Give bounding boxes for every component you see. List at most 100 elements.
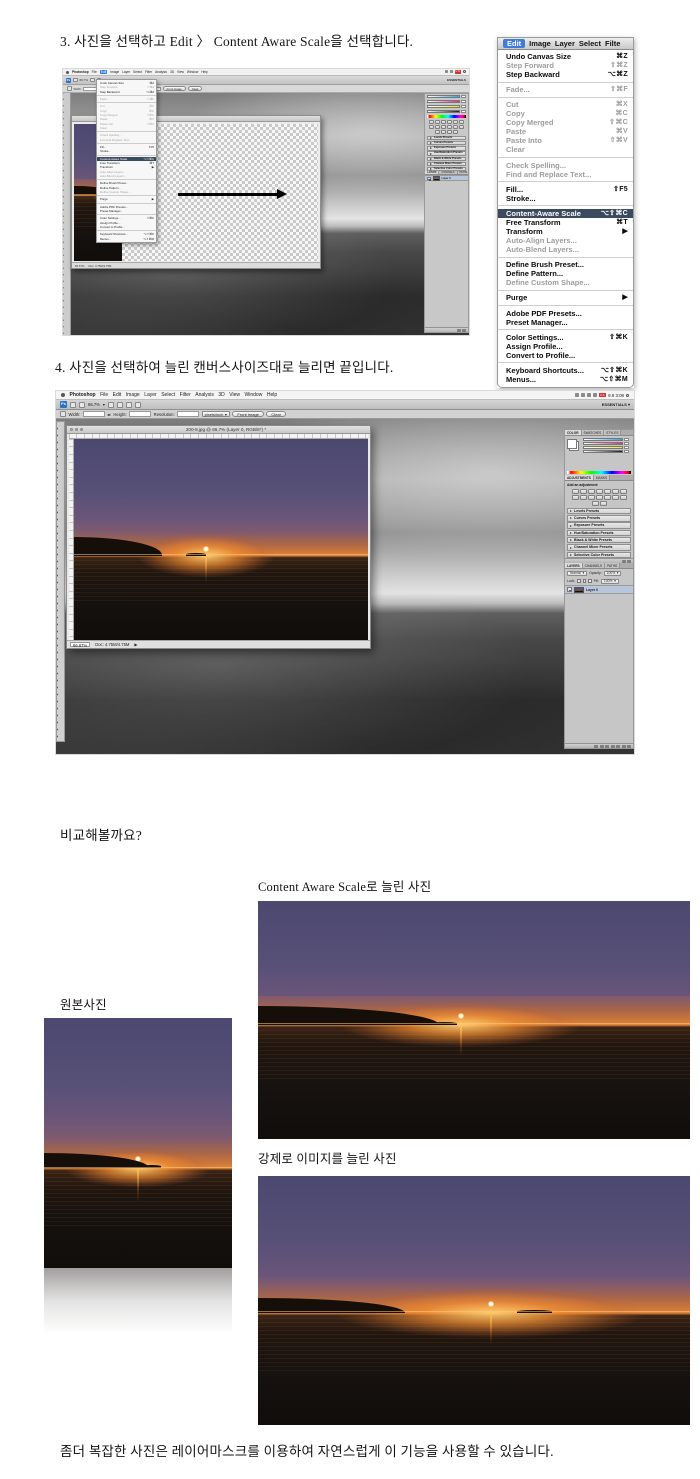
adjustment-icon[interactable] bbox=[459, 120, 464, 124]
menubar-item[interactable]: Image bbox=[126, 392, 140, 398]
menu-bar-item[interactable]: Edit bbox=[503, 39, 525, 48]
menubar-item[interactable]: Filter bbox=[145, 70, 152, 74]
photo-filter-icon[interactable] bbox=[580, 495, 587, 500]
preset-item[interactable]: Exposure Presets bbox=[427, 146, 466, 150]
menubar-item[interactable]: Layer bbox=[122, 70, 130, 74]
arrange-documents-icon[interactable] bbox=[126, 402, 132, 408]
workspace-switcher[interactable]: ESSENTIALS bbox=[447, 78, 466, 82]
menu-item[interactable]: Undo Canvas Size⌘Z bbox=[498, 52, 633, 61]
menubar-item[interactable]: Help bbox=[201, 70, 208, 74]
menu-item[interactable] bbox=[498, 362, 633, 363]
menu-item[interactable]: Check Spelling... bbox=[498, 161, 633, 170]
menu-bar-item[interactable]: Layer bbox=[555, 39, 575, 48]
menubar-item[interactable]: Select bbox=[161, 392, 175, 398]
panel-tab[interactable]: STYLES bbox=[604, 430, 621, 435]
status-zoom[interactable]: 66.67% bbox=[75, 264, 85, 268]
menu-item[interactable]: Find and Replace Text... bbox=[97, 138, 156, 142]
menu-item[interactable]: Define Custom Shape... bbox=[498, 278, 633, 287]
panel-tab[interactable]: LAYERS bbox=[565, 563, 583, 568]
menu-item[interactable] bbox=[498, 257, 633, 258]
opacity-select[interactable]: 100%▾ bbox=[604, 571, 622, 576]
preset-item[interactable]: Curves Presets bbox=[427, 141, 466, 145]
adjustment-icon[interactable] bbox=[453, 125, 458, 129]
preset-item[interactable]: Hue/Saturation Presets bbox=[567, 530, 631, 537]
invert-icon[interactable] bbox=[596, 495, 603, 500]
adjustment-icon[interactable] bbox=[435, 125, 440, 129]
lock-transparency-icon[interactable] bbox=[577, 579, 581, 583]
height-input[interactable] bbox=[129, 411, 151, 417]
menu-item[interactable] bbox=[97, 143, 156, 144]
menu-item[interactable]: Purge▶ bbox=[498, 293, 633, 302]
menu-item[interactable]: Cut⌘X bbox=[498, 100, 633, 109]
menu-item[interactable]: Menus...⌥⇧⌘M bbox=[97, 237, 156, 241]
adjustment-icon[interactable] bbox=[453, 120, 458, 124]
yellow-slider[interactable] bbox=[427, 105, 466, 108]
panel-tab[interactable]: COLOR bbox=[565, 430, 582, 435]
menu-item[interactable]: Content-Aware Scale⌥⇧⌘C bbox=[498, 209, 633, 218]
bluetooth-icon[interactable] bbox=[581, 393, 585, 397]
menu-item[interactable]: Fill...⇧F5 bbox=[498, 185, 633, 194]
menu-item[interactable]: Fade...⇧⌘F bbox=[498, 85, 633, 94]
menu-item[interactable]: Transform▶ bbox=[498, 227, 633, 236]
vibrance2-icon[interactable] bbox=[600, 501, 607, 506]
menubar-item[interactable]: Filter bbox=[180, 392, 191, 398]
menu-item[interactable]: Define Brush Preset... bbox=[498, 260, 633, 269]
add-mask-icon[interactable] bbox=[605, 745, 609, 748]
input-language-flag-icon[interactable]: U.S. bbox=[455, 70, 461, 73]
view-extras-icon[interactable] bbox=[73, 78, 78, 83]
menubar-clock[interactable]: 9.9 3:08 bbox=[608, 393, 624, 398]
spotlight-icon[interactable] bbox=[626, 394, 629, 397]
menubar-item[interactable]: Window bbox=[187, 70, 198, 74]
menu-item[interactable] bbox=[97, 95, 156, 96]
menu-item[interactable]: Stroke... bbox=[498, 194, 633, 203]
panel-tab[interactable]: CHANNELS bbox=[583, 563, 605, 568]
adjustment-icon[interactable] bbox=[459, 125, 464, 129]
menu-item[interactable] bbox=[97, 230, 156, 231]
new-layer-icon[interactable] bbox=[457, 329, 461, 332]
layer-style-icon[interactable] bbox=[600, 745, 604, 748]
link-layers-icon[interactable] bbox=[594, 745, 598, 748]
menu-item[interactable] bbox=[97, 203, 156, 204]
magenta-slider[interactable] bbox=[427, 100, 466, 103]
status-zoom[interactable]: 66.67% bbox=[70, 642, 90, 648]
lock-position-icon[interactable] bbox=[583, 579, 587, 583]
preset-item[interactable]: Levels Presets bbox=[567, 508, 631, 515]
menu-item[interactable]: Auto-Blend Layers... bbox=[97, 174, 156, 178]
adjustment-icon[interactable] bbox=[447, 130, 452, 134]
channel-mixer-icon[interactable] bbox=[588, 495, 595, 500]
zoom-window-icon[interactable] bbox=[80, 428, 83, 431]
menu-item[interactable]: Assign Profile... bbox=[498, 342, 633, 351]
apple-logo-icon[interactable] bbox=[61, 393, 65, 397]
rotate-view-icon[interactable] bbox=[117, 402, 123, 408]
preset-item[interactable]: Black & White Presets bbox=[567, 537, 631, 544]
swap-dimensions-icon[interactable]: ⇄ bbox=[107, 412, 111, 417]
menu-item[interactable] bbox=[498, 305, 633, 306]
menu-item[interactable]: Preset Manager... bbox=[97, 209, 156, 213]
color-balance-icon[interactable] bbox=[620, 489, 627, 494]
resolution-input[interactable] bbox=[177, 411, 199, 417]
menu-item[interactable] bbox=[97, 195, 156, 196]
menu-item[interactable] bbox=[97, 214, 156, 215]
menu-item[interactable]: Convert to Profile... bbox=[97, 225, 156, 229]
zoom-level[interactable]: 66.7% bbox=[88, 402, 100, 407]
menu-bar-item[interactable]: Filte bbox=[605, 39, 620, 48]
menu-item[interactable]: Clear bbox=[97, 126, 156, 130]
menu-item[interactable]: Preset Manager... bbox=[498, 318, 633, 327]
spotlight-icon[interactable] bbox=[463, 70, 466, 73]
menu-item[interactable]: Purge▶ bbox=[97, 197, 156, 201]
menu-item[interactable]: Clear bbox=[498, 145, 633, 154]
new-layer-icon[interactable] bbox=[622, 745, 626, 748]
tools-panel[interactable] bbox=[63, 93, 71, 335]
menu-item[interactable] bbox=[97, 102, 156, 103]
adjustment-icon[interactable] bbox=[441, 130, 446, 134]
menu-item[interactable]: Free Transform⌘T bbox=[498, 218, 633, 227]
input-language-flag-icon[interactable]: U.S. bbox=[599, 393, 606, 397]
menu-item[interactable]: Paste Into⇧⌘V bbox=[498, 136, 633, 145]
gradient-map-icon[interactable] bbox=[620, 495, 627, 500]
preset-item[interactable]: Hue/Saturation Presets bbox=[427, 151, 466, 155]
wifi-icon[interactable] bbox=[450, 70, 453, 73]
clear-button[interactable]: Clear bbox=[188, 86, 203, 91]
front-image-button[interactable]: Front Image bbox=[232, 411, 264, 417]
adjustment-icon[interactable] bbox=[441, 125, 446, 129]
zoom-level[interactable]: 66.7% bbox=[80, 78, 89, 82]
